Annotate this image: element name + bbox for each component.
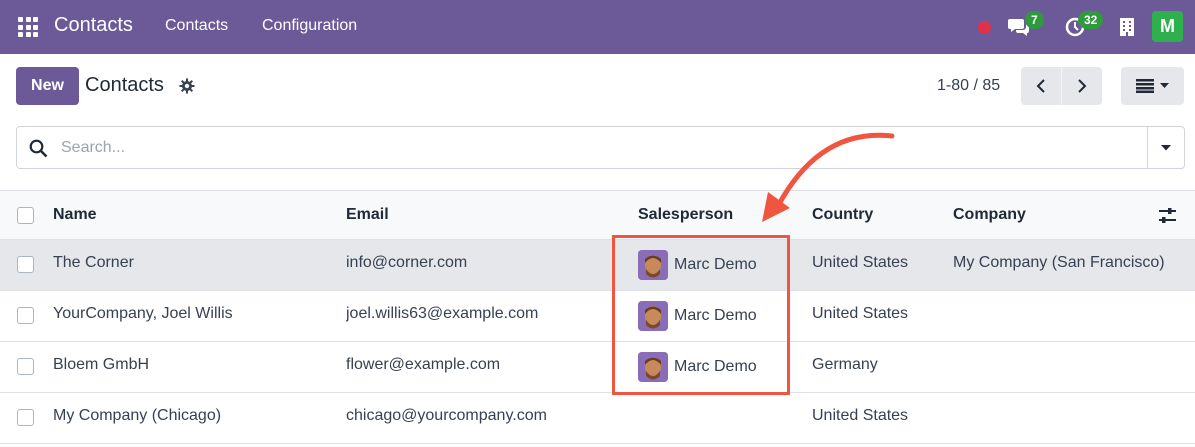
column-header-salesperson[interactable]: Salesperson: [638, 206, 733, 224]
cell-country: United States: [812, 305, 909, 322]
apps-grid-icon[interactable]: [18, 17, 38, 37]
table-row[interactable]: Bloem GmbH flower@example.com Marc Demo …: [0, 342, 1195, 393]
column-header-name[interactable]: Name: [53, 206, 97, 224]
page-title: Contacts: [85, 74, 164, 96]
row-checkbox[interactable]: [17, 256, 34, 273]
column-header-company[interactable]: Company: [953, 206, 1026, 224]
cell-name: The Corner: [53, 254, 134, 271]
select-all-checkbox[interactable]: [17, 207, 34, 224]
menu-configuration[interactable]: Configuration: [262, 17, 357, 35]
row-checkbox[interactable]: [17, 307, 34, 324]
row-checkbox[interactable]: [17, 409, 34, 426]
cell-name: My Company (Chicago): [53, 407, 222, 424]
pager-next-button[interactable]: [1062, 67, 1102, 105]
search-options-toggle[interactable]: [1147, 127, 1184, 168]
table-row[interactable]: The Corner info@corner.com Marc Demo Uni…: [0, 240, 1195, 291]
cell-name: Bloem GmbH: [53, 356, 150, 373]
caret-down-icon: [1160, 83, 1169, 88]
cell-email: joel.willis63@example.com: [346, 305, 539, 322]
pager-buttons: [1021, 67, 1102, 105]
new-button[interactable]: New: [16, 67, 79, 105]
app-brand[interactable]: Contacts: [54, 14, 133, 37]
caret-down-icon: [1161, 144, 1171, 150]
optional-columns-icon[interactable]: [1158, 207, 1177, 224]
search-bar: [16, 126, 1185, 169]
cell-email: flower@example.com: [346, 356, 501, 373]
activities-count-badge: 32: [1078, 11, 1104, 29]
messages-count-badge: 7: [1025, 11, 1044, 29]
row-checkbox[interactable]: [17, 358, 34, 375]
user-avatar[interactable]: M: [1152, 11, 1183, 42]
chevron-left-icon: [1036, 79, 1045, 93]
pager-value[interactable]: 1-80 / 85: [937, 77, 1000, 95]
cell-country: United States: [812, 407, 909, 424]
menu-contacts[interactable]: Contacts: [165, 17, 228, 35]
table-row[interactable]: YourCompany, Joel Willis joel.willis63@e…: [0, 291, 1195, 342]
recording-dot-icon[interactable]: [978, 21, 991, 34]
salesperson-highlight-box: [612, 235, 790, 395]
top-navbar: Contacts Contacts Configuration 7 32 M: [0, 0, 1195, 54]
search-icon: [29, 139, 48, 158]
chevron-right-icon: [1078, 79, 1087, 93]
gear-icon[interactable]: [179, 78, 195, 94]
search-input[interactable]: [61, 136, 1141, 160]
list-view-icon: [1136, 79, 1154, 93]
view-switcher-button[interactable]: [1121, 67, 1184, 105]
cell-email: info@corner.com: [346, 254, 468, 271]
cell-email: chicago@yourcompany.com: [346, 407, 547, 424]
table-row[interactable]: My Company (Chicago) chicago@yourcompany…: [0, 393, 1195, 444]
cell-name: YourCompany, Joel Willis: [53, 305, 233, 322]
pager-previous-button[interactable]: [1021, 67, 1061, 105]
annotation-arrow-icon: [762, 132, 895, 222]
cell-country: Germany: [812, 356, 878, 373]
cell-company: My Company (San Francisco): [953, 254, 1165, 271]
column-header-email[interactable]: Email: [346, 206, 389, 224]
cell-country: United States: [812, 254, 909, 271]
company-building-icon[interactable]: [1119, 17, 1135, 37]
table-header: Name Email Salesperson Country Company: [0, 190, 1195, 240]
